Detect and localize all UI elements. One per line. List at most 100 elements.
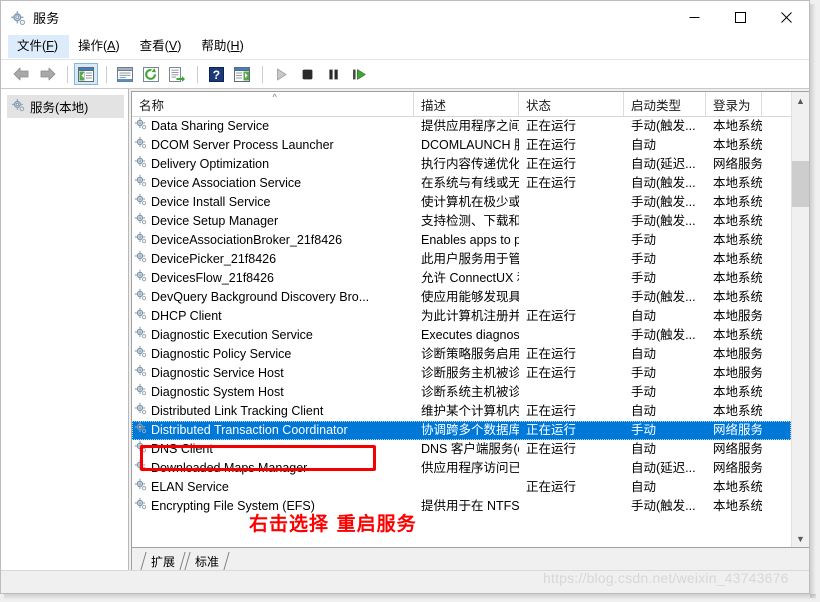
cell-name: Distributed Link Tracking Client <box>132 402 414 421</box>
services-manager-window: 服务 文件(F) 操作(A) 查看(V) 帮助(H) ? 服务(本地) 名称 ^… <box>0 0 820 602</box>
service-name-label: Device Install Service <box>151 195 271 209</box>
cell-name: Device Setup Manager <box>132 212 414 231</box>
table-row[interactable]: Encrypting File System (EFS) 提供用于在 NTFS 文… <box>132 497 791 516</box>
table-row[interactable]: DevQuery Background Discovery Bro... 使应用能… <box>132 288 791 307</box>
cell-name: DevQuery Background Discovery Bro... <box>132 288 414 307</box>
service-gear-icon <box>134 364 147 383</box>
restart-service-icon[interactable] <box>347 63 371 85</box>
table-row[interactable]: DevicePicker_21f8426 此用户服务用于管理 ... 手动 本地系统 <box>132 250 791 269</box>
column-header-description[interactable]: 描述 <box>414 92 519 116</box>
list-header: 名称 ^ 描述 状态 启动类型 登录为 <box>132 92 791 117</box>
column-header-name[interactable]: 名称 ^ <box>132 92 414 116</box>
service-name-label: Diagnostic Service Host <box>151 366 284 380</box>
table-row[interactable]: Delivery Optimization 执行内容传递优化任务正在运行 自动(延迟… <box>132 155 791 174</box>
cell-desc: 诊断系统主机被诊断... <box>421 385 519 399</box>
table-row[interactable]: DHCP Client 为此计算机注册并更... 正在运行 自动 本地服务 <box>132 307 791 326</box>
cell-name: Encrypting File System (EFS) <box>132 497 414 516</box>
service-name-label: Diagnostic System Host <box>151 385 284 399</box>
scrollbar-thumb[interactable] <box>792 161 809 207</box>
cell-name: Diagnostic System Host <box>132 383 414 402</box>
menu-action[interactable]: 操作(A) <box>69 35 131 57</box>
forward-arrow-icon[interactable] <box>35 63 59 85</box>
vertical-scrollbar[interactable]: ▲ ▼ <box>791 92 809 547</box>
cell-name: Device Install Service <box>132 193 414 212</box>
scroll-up-button[interactable]: ▲ <box>792 92 809 109</box>
close-button[interactable] <box>763 1 809 34</box>
menu-help[interactable]: 帮助(H) <box>192 35 254 57</box>
tab-extended[interactable]: 扩展 <box>140 552 184 570</box>
tab-standard[interactable]: 标准 <box>184 552 228 570</box>
maximize-button[interactable] <box>717 1 763 34</box>
cell-startup: 自动 <box>631 347 657 361</box>
table-row[interactable]: Diagnostic Service Host 诊断服务主机被诊断... 正在运行 手… <box>132 364 791 383</box>
window-frame: 服务 文件(F) 操作(A) 查看(V) 帮助(H) ? 服务(本地) 名称 ^… <box>0 0 810 594</box>
table-row[interactable]: Diagnostic System Host 诊断系统主机被诊断... 手动 本地系统 <box>132 383 791 402</box>
column-header-label: 登录为 <box>713 98 751 113</box>
cell-name: DevicePicker_21f8426 <box>132 250 414 269</box>
table-row[interactable]: DNS Client DNS 客户端服务(dn... 正在运行 自动 网络服务 <box>132 440 791 459</box>
cell-startup: 自动 <box>631 309 657 323</box>
export-list-icon[interactable] <box>165 63 189 85</box>
column-header-startup-type[interactable]: 启动类型 <box>624 92 706 116</box>
table-row[interactable]: Distributed Transaction Coordinator 协调跨多个… <box>132 421 791 440</box>
stop-service-icon[interactable] <box>295 63 319 85</box>
cell-status: 正在运行 <box>526 309 577 323</box>
table-row[interactable]: DeviceAssociationBroker_21f8426 Enables a… <box>132 231 791 250</box>
cell-logon: 本地系统 <box>713 176 762 190</box>
table-row[interactable]: Downloaded Maps Manager 供应用程序访问已下... 自动(延迟… <box>132 459 791 478</box>
service-name-label: Data Sharing Service <box>151 119 270 133</box>
list-columns-area: 名称 ^ 描述 状态 启动类型 登录为 Data Sharing Service… <box>132 92 791 547</box>
table-row[interactable]: Device Setup Manager 支持检测、下载和安... 手动(触发...… <box>132 212 791 231</box>
tree-node-services-local[interactable]: 服务(本地) <box>7 95 124 118</box>
show-action-pane-icon[interactable] <box>230 63 254 85</box>
window-body: 服务(本地) 名称 ^ 描述 状态 启动类型 登录为 Data Sharing … <box>1 89 809 570</box>
back-arrow-icon[interactable] <box>9 63 33 85</box>
cell-desc: 诊断策略服务启用了 ... <box>421 347 519 361</box>
table-row[interactable]: Device Association Service 在系统与有线或无线... 正在… <box>132 174 791 193</box>
service-gear-icon <box>134 250 147 269</box>
table-row[interactable]: Diagnostic Policy Service 诊断策略服务启用了 ... 正在… <box>132 345 791 364</box>
menu-file[interactable]: 文件(F) <box>8 35 69 58</box>
start-service-icon[interactable] <box>269 63 293 85</box>
service-name-label: DeviceAssociationBroker_21f8426 <box>151 233 343 247</box>
cell-desc: 维护某个计算机内或... <box>421 404 519 418</box>
table-row[interactable]: Device Install Service 使计算机在极少或没... 手动(触发.… <box>132 193 791 212</box>
menu-view[interactable]: 查看(V) <box>131 35 193 57</box>
column-header-log-on-as[interactable]: 登录为 <box>706 92 762 116</box>
cell-logon: 网络服务 <box>713 442 762 456</box>
table-row[interactable]: ELAN Service 正在运行 自动 本地系统 <box>132 478 791 497</box>
status-bar <box>1 570 809 593</box>
cell-startup: 手动(触发... <box>631 195 696 209</box>
tab-label: 标准 <box>195 554 220 569</box>
cell-startup: 手动 <box>631 271 657 285</box>
cell-desc: 提供应用程序之间的... <box>421 119 519 133</box>
service-gear-icon <box>134 269 147 288</box>
table-row[interactable]: Distributed Link Tracking Client 维护某个计算机内… <box>132 402 791 421</box>
properties-icon[interactable] <box>113 63 137 85</box>
column-header-label: 名称 <box>139 98 165 113</box>
cell-logon: 本地系统 <box>713 252 762 266</box>
scrollbar-track[interactable] <box>792 109 809 530</box>
help-icon[interactable]: ? <box>204 63 228 85</box>
cell-desc: 执行内容传递优化任务 <box>421 157 519 171</box>
minimize-button[interactable] <box>671 1 717 34</box>
refresh-icon[interactable] <box>139 63 163 85</box>
table-row[interactable]: DevicesFlow_21f8426 允许 ConnectUX 和... 手动 本地… <box>132 269 791 288</box>
pause-service-icon[interactable] <box>321 63 345 85</box>
cell-name: DNS Client <box>132 440 414 459</box>
cell-name: DevicesFlow_21f8426 <box>132 269 414 288</box>
menu-bar: 文件(F) 操作(A) 查看(V) 帮助(H) <box>1 34 809 60</box>
table-row[interactable]: DCOM Server Process Launcher DCOMLAUNCH 服… <box>132 136 791 155</box>
cell-status: 正在运行 <box>526 119 577 133</box>
table-row[interactable]: Diagnostic Execution Service Executes dia… <box>132 326 791 345</box>
show-hide-console-tree-icon[interactable] <box>74 63 98 85</box>
scroll-down-button[interactable]: ▼ <box>792 530 809 547</box>
cell-desc: 允许 ConnectUX 和... <box>421 271 519 285</box>
toolbar-separator <box>197 65 198 83</box>
cell-desc: 诊断服务主机被诊断... <box>421 366 519 380</box>
cell-name: Diagnostic Service Host <box>132 364 414 383</box>
cell-desc: DNS 客户端服务(dn... <box>421 442 519 456</box>
table-row[interactable]: Data Sharing Service 提供应用程序之间的... 正在运行 手动(触… <box>132 117 791 136</box>
column-header-status[interactable]: 状态 <box>519 92 624 116</box>
cell-startup: 手动(触发... <box>631 214 696 228</box>
